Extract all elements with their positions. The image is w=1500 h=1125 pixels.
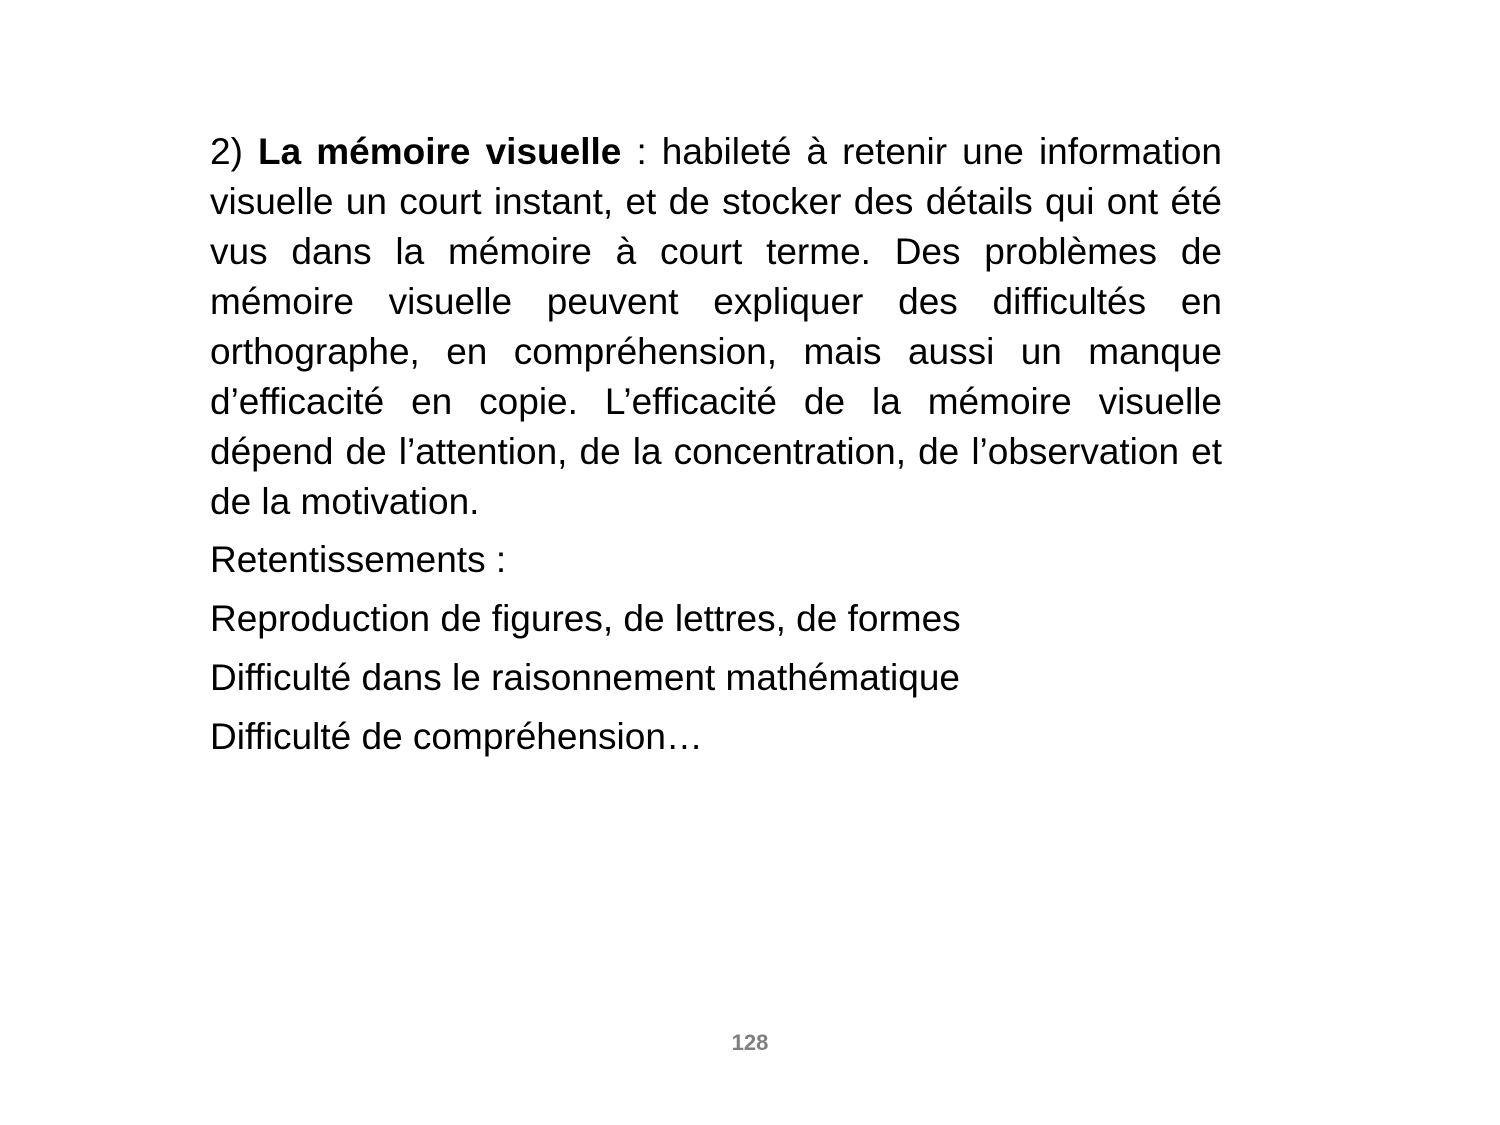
retentissements-heading: Retentissements : xyxy=(210,539,507,580)
list-item: Difficulté dans le raisonnement mathémat… xyxy=(210,657,961,698)
page-content: 2) La mémoire visuelle : habileté à rete… xyxy=(210,127,1222,762)
list-item: Difficulté de compréhension… xyxy=(210,716,703,757)
paragraph-number: 2) xyxy=(210,131,243,172)
page-number: 128 xyxy=(731,1030,769,1055)
list-item: Reproduction de figures, de lettres, de … xyxy=(210,598,961,639)
paragraph-definition: : habileté à retenir une information vis… xyxy=(210,131,1222,522)
memory-paragraph: 2) La mémoire visuelle : habileté à rete… xyxy=(210,127,1222,527)
paragraph-term: La mémoire visuelle xyxy=(258,131,622,172)
